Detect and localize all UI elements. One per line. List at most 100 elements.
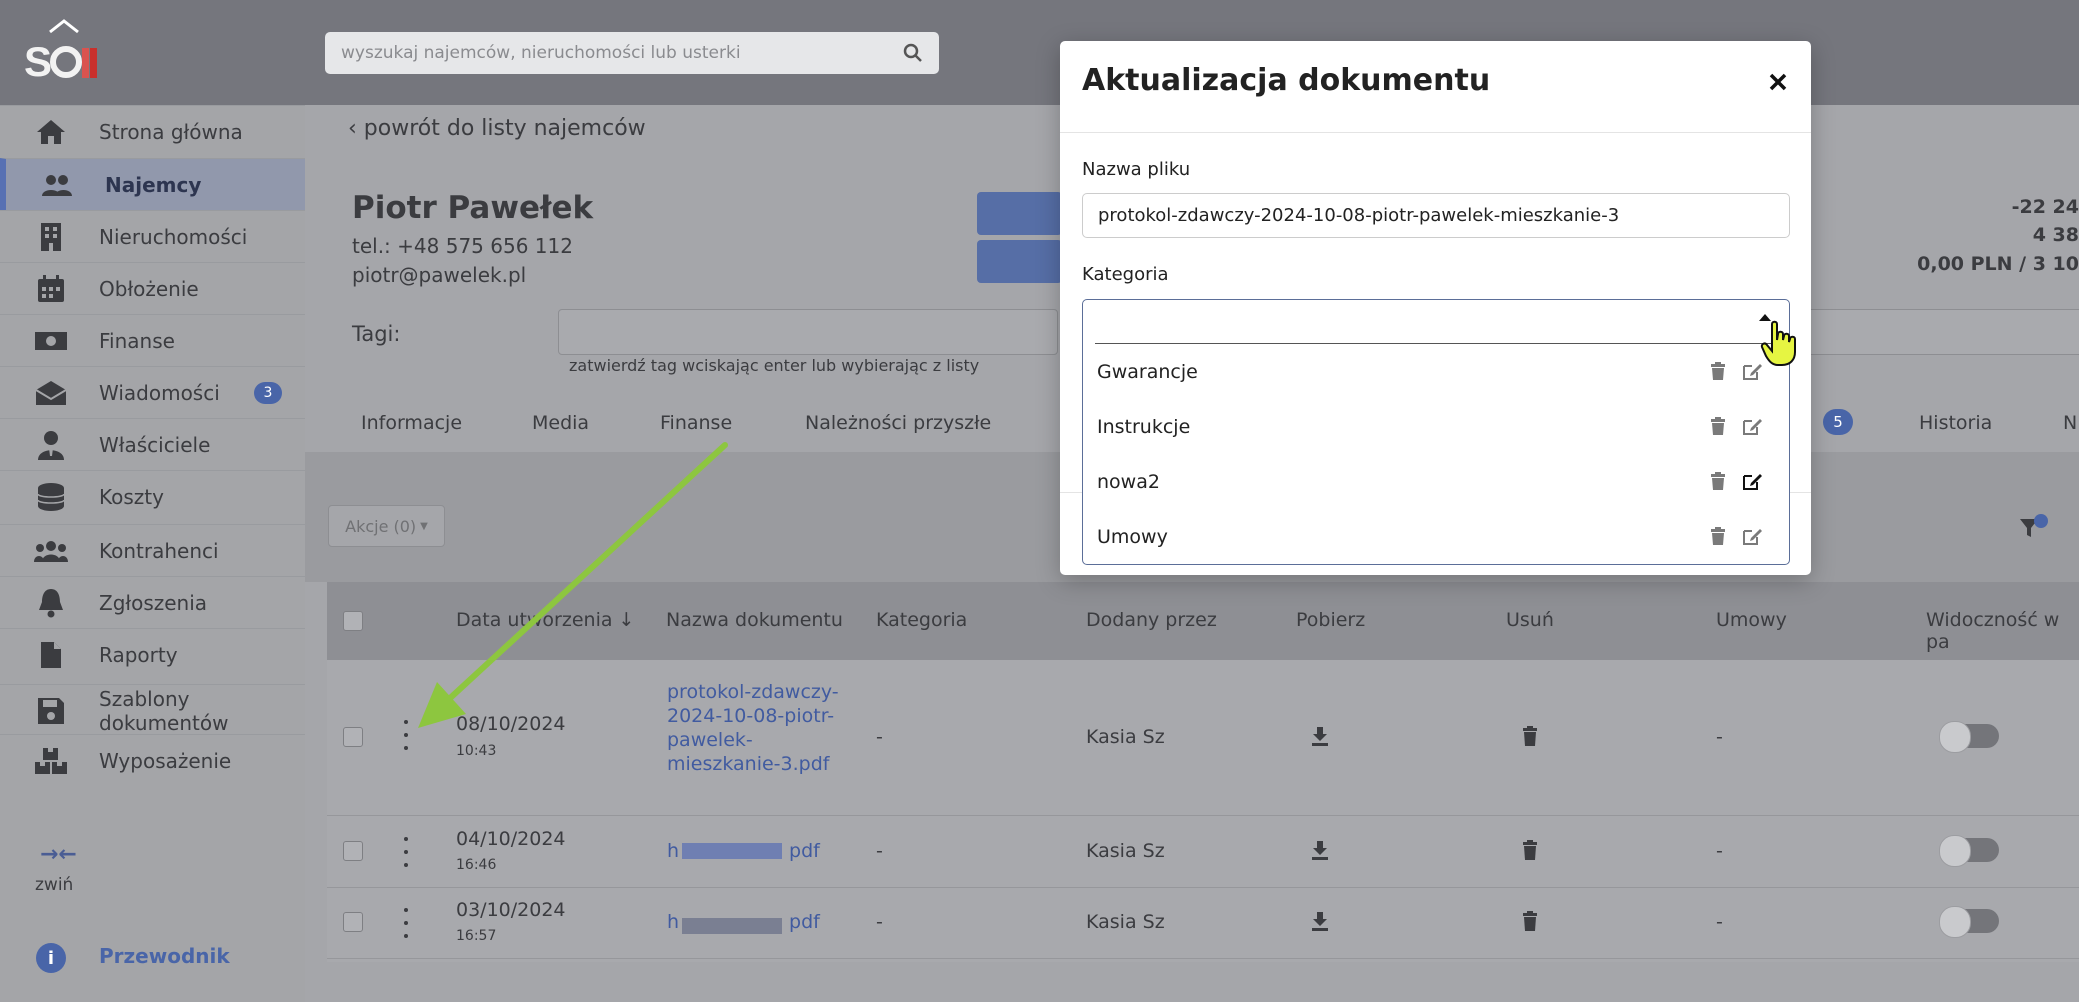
sidebar-item-label: Strona główna <box>99 119 243 144</box>
sidebar-item-raporty[interactable]: Raporty <box>0 628 305 680</box>
header-category[interactable]: Kategoria <box>876 609 967 631</box>
svg-text:S: S <box>24 38 52 85</box>
row-menu-icon[interactable] <box>401 906 411 940</box>
row-contracts: - <box>1716 911 1723 933</box>
row-menu-icon[interactable] <box>401 835 411 869</box>
trash-icon[interactable] <box>1522 840 1538 860</box>
row-contracts: - <box>1716 840 1723 862</box>
tab-historia[interactable]: Historia <box>1919 412 1992 434</box>
sidebar-item-kontrahenci[interactable]: Kontrahenci <box>0 524 305 576</box>
visibility-toggle[interactable] <box>1939 721 1999 753</box>
tab-media[interactable]: Media <box>532 412 589 434</box>
guide-link[interactable]: Przewodnik <box>99 944 230 968</box>
select-underline <box>1095 343 1779 344</box>
caret-down-icon: ▼ <box>420 520 428 532</box>
trash-icon[interactable] <box>1710 527 1726 545</box>
sidebar-item-najemcy[interactable]: Najemcy <box>0 158 305 210</box>
row-checkbox[interactable] <box>343 912 363 932</box>
category-option-label: Umowy <box>1097 526 1168 548</box>
category-option[interactable]: Gwarancje <box>1083 345 1788 399</box>
sidebar-item-szablony-dokumentów[interactable]: Szablony dokumentów <box>0 684 305 736</box>
group-icon <box>34 536 68 566</box>
tab-more[interactable]: N <box>2063 412 2077 434</box>
row-divider <box>327 815 2079 816</box>
header-name[interactable]: Nazwa dokumentu <box>666 609 843 631</box>
row-checkbox[interactable] <box>343 727 363 747</box>
edit-icon[interactable] <box>1743 472 1763 490</box>
edit-icon[interactable] <box>1743 417 1763 435</box>
sidebar-item-label: Najemcy <box>105 172 202 197</box>
sidebar-item-obłożenie[interactable]: Obłożenie <box>0 262 305 314</box>
edit-icon[interactable] <box>1743 527 1763 545</box>
sidebar-item-label: Zgłoszenia <box>99 590 208 615</box>
home-icon <box>34 117 68 147</box>
sidebar-item-label: Kontrahenci <box>99 538 219 563</box>
search-icon[interactable] <box>903 43 923 63</box>
category-option[interactable]: nowa2 <box>1083 455 1788 509</box>
sidebar-item-wiadomości[interactable]: Wiadomości 3 <box>0 366 305 418</box>
row-menu-icon[interactable] <box>401 718 411 752</box>
boxes-icon <box>34 746 68 776</box>
category-option-label: Instrukcje <box>1097 416 1191 438</box>
row-category: - <box>876 726 883 748</box>
hand-cursor-icon <box>1760 320 1796 366</box>
bell-icon <box>34 588 68 618</box>
actions-dropdown[interactable]: Akcje (0) ▼ <box>328 505 445 547</box>
trash-icon[interactable] <box>1710 417 1726 435</box>
download-icon[interactable] <box>1311 726 1329 746</box>
row-divider <box>327 887 2079 888</box>
collapse-icon[interactable]: →← <box>40 842 77 867</box>
tags-input[interactable] <box>558 309 1058 355</box>
sidebar-item-zgłoszenia[interactable]: Zgłoszenia <box>0 576 305 628</box>
header-date[interactable]: Data utworzenia ↓ <box>456 609 634 631</box>
sidebar-item-label: Nieruchomości <box>99 224 248 249</box>
header-visibility: Widoczność w pa <box>1926 609 2060 653</box>
row-checkbox[interactable] <box>343 841 363 861</box>
download-icon[interactable] <box>1311 840 1329 860</box>
sidebar-item-strona-główna[interactable]: Strona główna <box>0 105 305 157</box>
search-input[interactable]: wyszukaj najemców, nieruchomości lub ust… <box>325 32 939 74</box>
sidebar-item-finanse[interactable]: Finanse <box>0 314 305 366</box>
guide-icon[interactable]: i <box>36 943 66 973</box>
category-select[interactable]: Gwarancje Instrukcje nowa2 Umowy <box>1082 299 1790 565</box>
sidebar-item-koszty[interactable]: Koszty <box>0 470 305 522</box>
row-time: 16:57 <box>456 928 497 944</box>
back-link[interactable]: ‹ powrót do listy najemców <box>348 116 646 141</box>
trash-icon[interactable] <box>1522 911 1538 931</box>
select-all-checkbox[interactable] <box>343 611 363 631</box>
row-added-by: Kasia Sz <box>1086 911 1165 933</box>
collapse-label[interactable]: zwiń <box>35 875 73 895</box>
money-icon <box>34 326 68 356</box>
category-option[interactable]: Instrukcje <box>1083 400 1788 454</box>
download-icon[interactable] <box>1311 911 1329 931</box>
action-button-2[interactable] <box>977 240 1062 283</box>
category-option-label: Gwarancje <box>1097 361 1198 383</box>
trash-icon[interactable] <box>1710 472 1726 490</box>
search-placeholder: wyszukaj najemców, nieruchomości lub ust… <box>341 43 741 63</box>
sidebar-item-wyposażenie[interactable]: Wyposażenie <box>0 734 305 786</box>
category-option[interactable]: Umowy <box>1083 510 1788 564</box>
tenant-email[interactable]: piotr@pawelek.pl <box>352 263 526 287</box>
tags-input-continuation[interactable] <box>1780 309 2079 355</box>
redaction-bar <box>682 918 782 934</box>
trash-icon[interactable] <box>1710 362 1726 380</box>
filename-input[interactable]: protokol-zdawczy-2024-10-08-piotr-pawele… <box>1082 193 1790 238</box>
tab-informacje[interactable]: Informacje <box>361 412 462 434</box>
close-icon[interactable] <box>1765 69 1791 95</box>
tab-finanse[interactable]: Finanse <box>660 412 732 434</box>
visibility-toggle[interactable] <box>1939 906 1999 938</box>
sidebar-item-właściciele[interactable]: Właściciele <box>0 418 305 470</box>
action-button-1[interactable] <box>977 192 1062 235</box>
trash-icon[interactable] <box>1522 726 1538 746</box>
modal-title: Aktualizacja dokumentu <box>1082 63 1491 98</box>
tenant-phone: tel.: +48 575 656 112 <box>352 234 573 258</box>
header-added-by[interactable]: Dodany przez <box>1086 609 1217 631</box>
filter-icon[interactable] <box>2018 513 2050 543</box>
sidebar-item-nieruchomości[interactable]: Nieruchomości <box>0 210 305 262</box>
tab-naleznosci-przyszle[interactable]: Należności przyszłe <box>805 412 991 434</box>
son-logo[interactable]: S <box>20 18 110 88</box>
back-label: powrót do listy najemców <box>363 116 646 141</box>
visibility-toggle[interactable] <box>1939 835 1999 867</box>
actions-label: Akcje (0) <box>345 516 417 536</box>
row-document-link[interactable]: protokol-zdawczy- 2024-10-08-piotr-pawele… <box>667 680 839 776</box>
